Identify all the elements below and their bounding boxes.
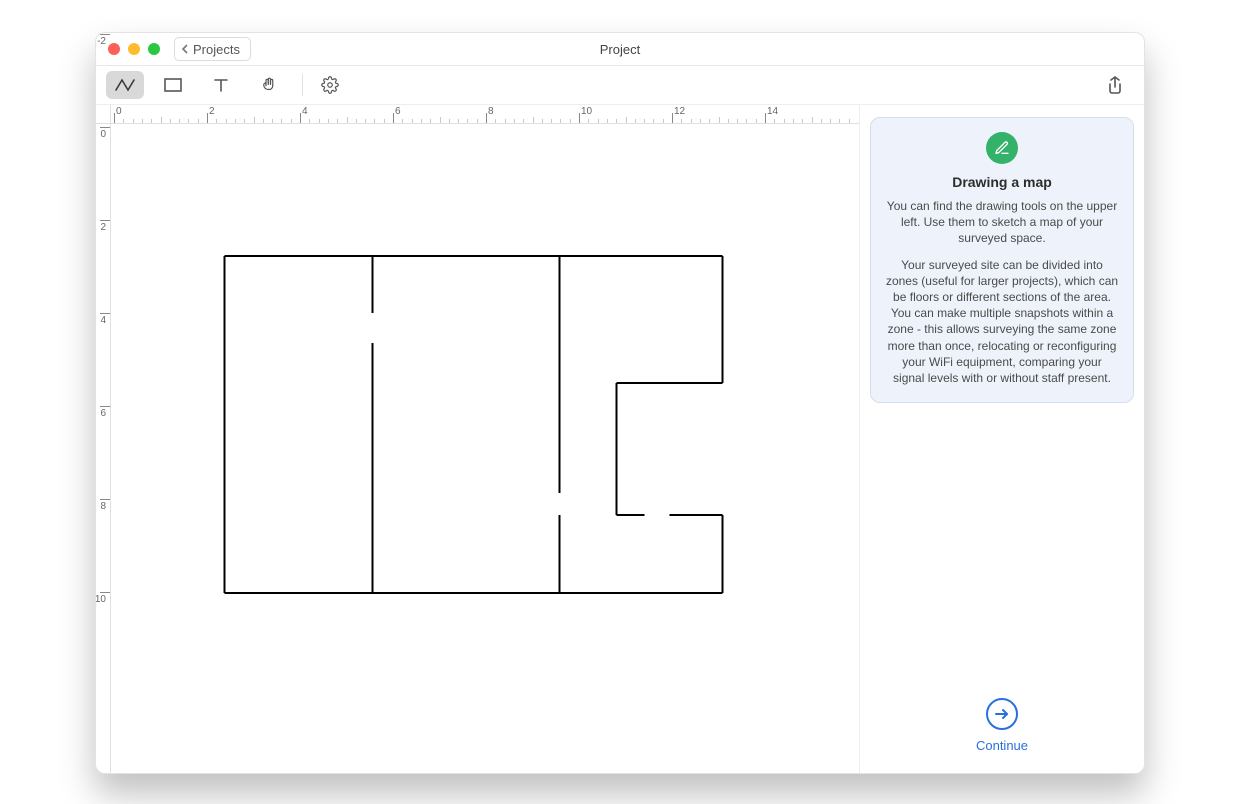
- draw-icon: [986, 132, 1018, 164]
- zoom-window-button[interactable]: [148, 43, 160, 55]
- titlebar: Projects Project: [96, 33, 1144, 66]
- chevron-left-icon: [181, 44, 189, 54]
- floorplan-drawing: [110, 123, 859, 773]
- line-tool-icon: [115, 78, 135, 92]
- text-tool-button[interactable]: [202, 71, 240, 99]
- continue-button[interactable]: Continue: [870, 698, 1134, 761]
- rectangle-tool-icon: [164, 78, 182, 92]
- help-paragraph-1: You can find the drawing tools on the up…: [885, 198, 1119, 247]
- minimize-window-button[interactable]: [128, 43, 140, 55]
- help-card: Drawing a map You can find the drawing t…: [870, 117, 1134, 403]
- rectangle-tool-button[interactable]: [154, 71, 192, 99]
- close-window-button[interactable]: [108, 43, 120, 55]
- arrow-right-icon: [986, 698, 1018, 730]
- hand-tool-button[interactable]: [250, 71, 288, 99]
- line-tool-button[interactable]: [106, 71, 144, 99]
- content-area: 02468101214 -20246810 Drawing a map You …: [96, 105, 1144, 773]
- hand-tool-icon: [260, 76, 278, 94]
- share-icon: [1107, 76, 1123, 94]
- share-button[interactable]: [1096, 71, 1134, 99]
- window-controls: [108, 43, 160, 55]
- ruler-horizontal: 02468101214: [110, 105, 859, 124]
- ruler-vertical: -20246810: [96, 123, 111, 773]
- settings-button[interactable]: [311, 71, 349, 99]
- toolbar: [96, 66, 1144, 105]
- side-panel: Drawing a map You can find the drawing t…: [860, 105, 1144, 773]
- app-window: Projects Project: [95, 32, 1145, 774]
- continue-label: Continue: [976, 738, 1028, 753]
- ruler-corner: [96, 105, 111, 124]
- canvas-area: 02468101214 -20246810: [96, 105, 860, 773]
- drawing-canvas[interactable]: [110, 123, 859, 773]
- gear-icon: [321, 76, 339, 94]
- help-paragraph-2: Your surveyed site can be divided into z…: [885, 257, 1119, 387]
- back-button-label: Projects: [193, 42, 240, 57]
- window-title: Project: [96, 42, 1144, 57]
- help-title: Drawing a map: [885, 174, 1119, 190]
- back-button[interactable]: Projects: [174, 37, 251, 61]
- toolbar-divider: [302, 74, 303, 96]
- text-tool-icon: [213, 77, 229, 93]
